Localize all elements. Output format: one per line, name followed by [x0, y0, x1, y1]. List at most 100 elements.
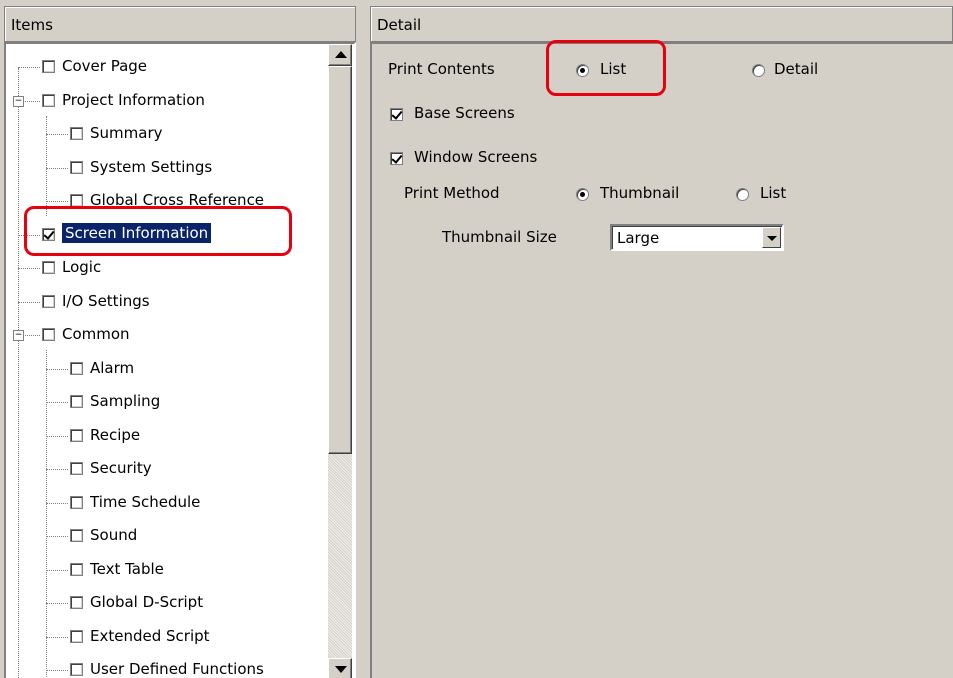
tree-checkbox[interactable]	[70, 562, 83, 576]
thumbnail-size-value: Large	[617, 229, 660, 247]
checkbox-label: Window Screens	[414, 148, 538, 166]
tree-item-label: Security	[90, 459, 152, 477]
collapse-icon[interactable]: −	[13, 330, 24, 341]
tree-item-label: Screen Information	[60, 221, 213, 244]
tree-connector	[46, 603, 68, 604]
tree-item-sampling[interactable]: Sampling	[6, 387, 326, 417]
items-tree[interactable]: Cover Page − Project Information Summary Sys…	[4, 42, 356, 678]
tree-item-user-defined-functions[interactable]: User Defined Functions	[6, 655, 326, 678]
scroll-up-button[interactable]	[328, 44, 352, 66]
tree-item-sound[interactable]: Sound	[6, 521, 326, 551]
tree-checkbox[interactable]	[42, 93, 55, 107]
scroll-down-button[interactable]	[328, 658, 352, 678]
tree-connector	[46, 134, 68, 135]
tree-item-common[interactable]: − Common	[6, 320, 326, 350]
items-header: Items	[4, 6, 356, 42]
print-contents-label: Print Contents	[388, 60, 495, 78]
radio-label: List	[600, 60, 627, 78]
radio-icon[interactable]	[576, 188, 589, 201]
tree-item-label: Global D-Script	[90, 593, 204, 611]
tree-connector	[46, 502, 68, 504]
tree-item-alarm[interactable]: Alarm	[6, 354, 326, 384]
tree-item-label: Cover Page	[62, 57, 148, 75]
items-scrollbar[interactable]	[328, 44, 352, 678]
tree-item-screen-information[interactable]: Screen Information	[6, 220, 326, 250]
tree-item-label: Text Table	[90, 559, 164, 578]
tree-connector	[46, 167, 68, 169]
tree-checkbox[interactable]	[70, 529, 83, 542]
tree-item-label: Sound	[90, 526, 138, 544]
tree-checkbox[interactable]	[70, 428, 83, 442]
tree-checkbox[interactable]	[70, 663, 83, 676]
tree-item-label: Common	[62, 325, 130, 343]
detail-header: Detail	[370, 6, 953, 42]
tree-item-text-table[interactable]: Text Table	[6, 555, 326, 585]
tree-item-logic[interactable]: Logic	[6, 253, 326, 283]
tree-checkbox[interactable]	[70, 629, 83, 643]
tree-connector	[46, 536, 68, 537]
tree-item-label: Global Cross Reference	[90, 191, 265, 209]
tree-connector	[46, 670, 68, 671]
tree-connector	[18, 67, 40, 68]
dropdown-button[interactable]	[762, 227, 781, 248]
tree-item-system-settings[interactable]: System Settings	[6, 153, 326, 183]
tree-item-label: Extended Script	[90, 626, 210, 645]
tree-checkbox[interactable]	[70, 462, 83, 475]
tree-item-label: Alarm	[90, 358, 135, 377]
scroll-up-arrow-icon	[335, 51, 347, 58]
thumbnail-size-select[interactable]: Large	[610, 224, 784, 251]
tree-connector	[46, 569, 68, 571]
tree-item-security[interactable]: Security	[6, 454, 326, 484]
tree-checkbox[interactable]	[70, 495, 83, 509]
tree-connector	[18, 234, 40, 236]
tree-checkbox[interactable]	[70, 194, 83, 207]
tree-item-label: System Settings	[90, 157, 213, 176]
tree-item-recipe[interactable]: Recipe	[6, 421, 326, 451]
collapse-icon[interactable]: −	[13, 95, 24, 107]
tree-checkbox[interactable]	[42, 294, 55, 308]
radio-icon[interactable]	[736, 188, 749, 201]
tree-connector	[46, 402, 68, 403]
tree-item-label: Sampling	[90, 392, 161, 410]
radio-icon[interactable]	[752, 64, 765, 77]
checkbox-label: Base Screens	[414, 104, 515, 122]
tree-item-label: User Defined Functions	[90, 660, 264, 678]
radio-label: Thumbnail	[600, 184, 680, 202]
radio-icon[interactable]	[576, 64, 589, 77]
tree-item-time-schedule[interactable]: Time Schedule	[6, 488, 326, 518]
tree-item-cover-page[interactable]: Cover Page	[6, 52, 326, 82]
scroll-down-arrow-icon	[335, 666, 347, 673]
tree-item-project-information[interactable]: − Project Information	[6, 86, 326, 116]
tree-connector	[46, 435, 68, 437]
tree-item-extended-script[interactable]: Extended Script	[6, 622, 326, 652]
tree-checkbox[interactable]	[42, 328, 55, 341]
tree-item-i-o-settings[interactable]: I/O Settings	[6, 287, 326, 317]
tree-connector	[18, 301, 40, 303]
checkbox-icon[interactable]	[390, 108, 403, 121]
tree-item-label: I/O Settings	[62, 291, 150, 310]
tree-checkbox[interactable]	[70, 127, 83, 140]
tree-checkbox[interactable]	[70, 596, 83, 609]
tree-item-global-d-script[interactable]: Global D-Script	[6, 588, 326, 618]
tree-connector	[46, 636, 68, 638]
items-panel: Items Cover Page − Project Information Summ…	[4, 6, 356, 678]
tree-checkbox[interactable]	[42, 60, 55, 73]
tree-checkbox[interactable]	[70, 395, 83, 408]
tree-connector	[46, 469, 68, 470]
scroll-thumb[interactable]	[328, 66, 352, 454]
chevron-down-icon	[767, 236, 777, 241]
tree-item-label: Project Information	[62, 90, 205, 109]
thumbnail-size-label: Thumbnail Size	[442, 228, 557, 246]
tree-connector	[46, 201, 68, 202]
checkbox-icon[interactable]	[390, 152, 403, 165]
tree-item-global-cross-reference[interactable]: Global Cross Reference	[6, 186, 326, 216]
tree-checkbox[interactable]	[70, 160, 83, 174]
detail-panel: Detail Print Contents List Detail Base S…	[370, 6, 953, 678]
tree-connector	[18, 268, 40, 269]
tree-item-summary[interactable]: Summary	[6, 119, 326, 149]
tree-item-label: Summary	[90, 124, 163, 142]
detail-body: Print Contents List Detail Base Screens …	[370, 42, 953, 678]
tree-checkbox[interactable]	[70, 361, 83, 375]
tree-checkbox[interactable]	[42, 261, 55, 274]
tree-checkbox[interactable]	[42, 227, 55, 241]
